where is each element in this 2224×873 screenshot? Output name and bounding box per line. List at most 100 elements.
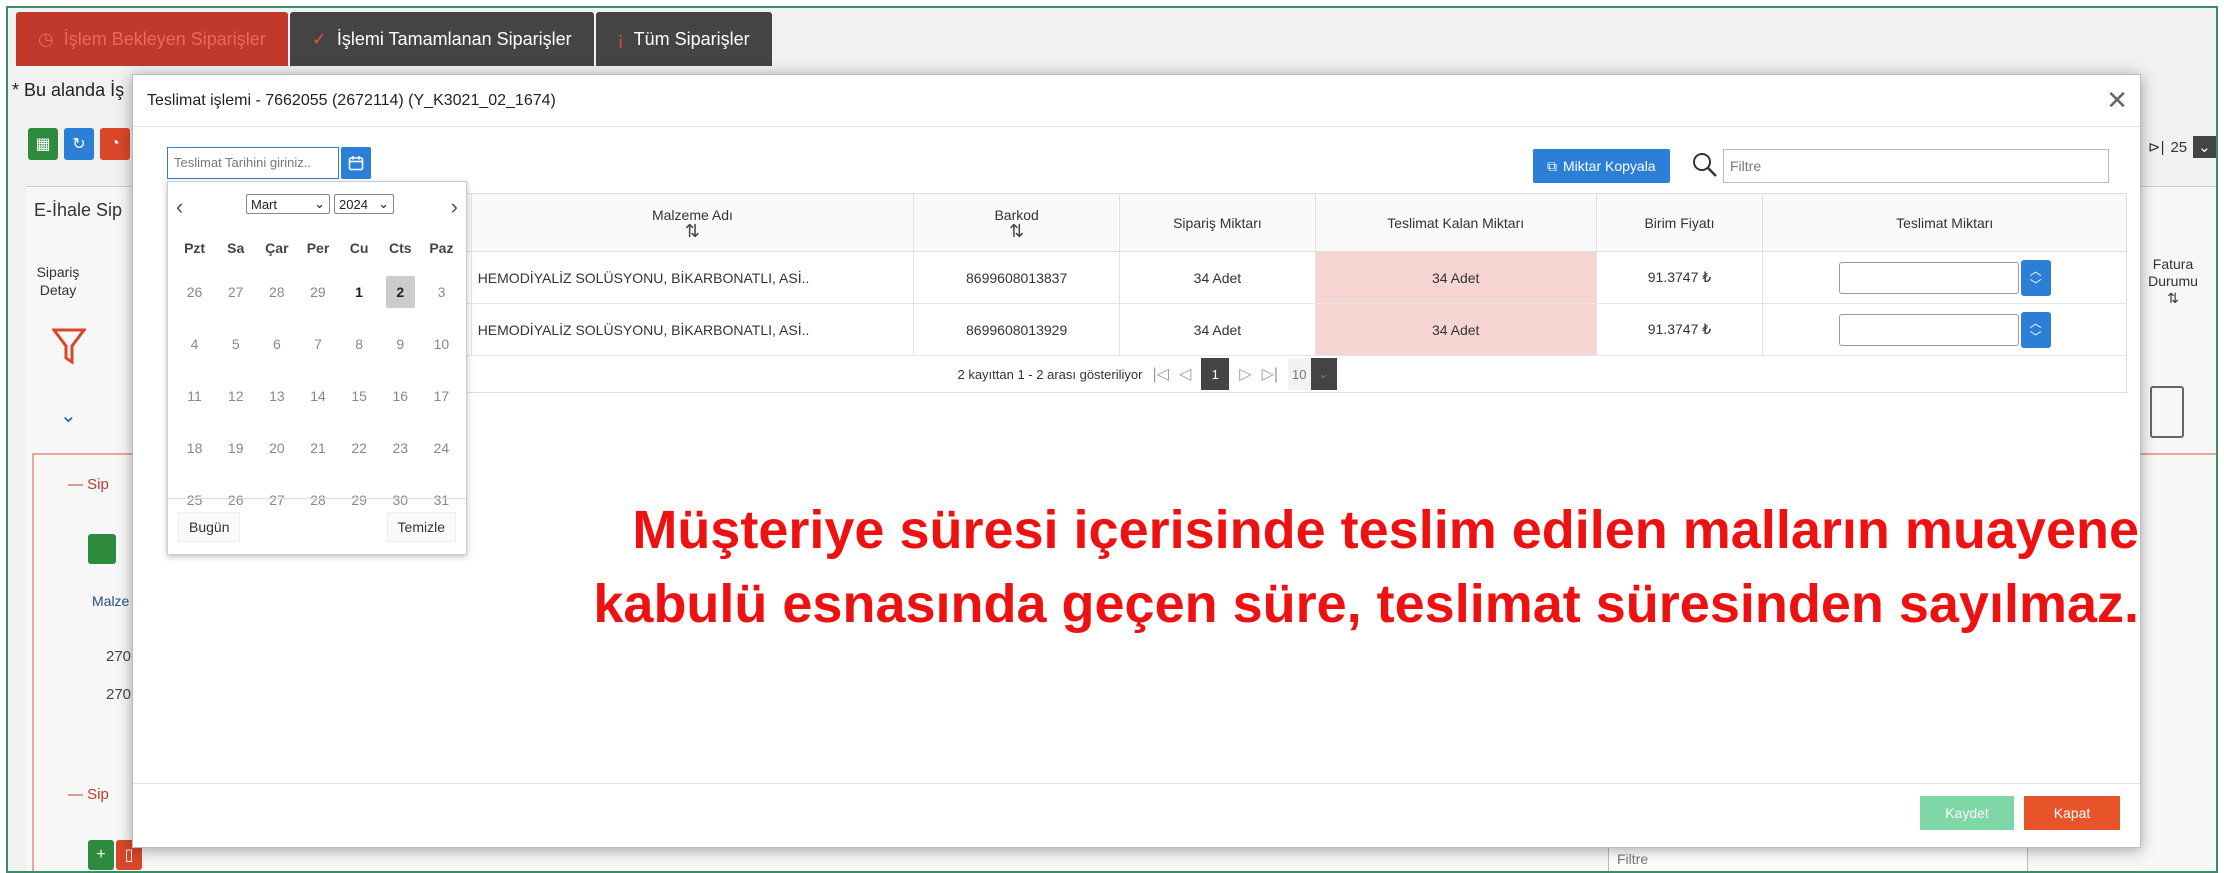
save-button[interactable]: Kaydet (1920, 796, 2014, 830)
order-qty-cell: 34 Adet (1120, 304, 1316, 355)
day-cell[interactable]: 5 (215, 336, 256, 352)
day-cell[interactable]: 1 (338, 284, 379, 300)
month-value: Mart (251, 196, 277, 212)
siparis-detay-header: Sipariş Detay (36, 264, 80, 298)
spinner-icon[interactable]: ︿ ﹀ (2020, 259, 2051, 296)
excel-icon[interactable]: ▦ (28, 128, 58, 160)
weekday: Per (306, 240, 330, 256)
funnel-icon[interactable] (52, 326, 86, 366)
day-cell[interactable]: 24 (421, 440, 462, 456)
spinner-icon[interactable]: ︿ ﹀ (2020, 311, 2051, 348)
last-page-icon[interactable]: ⊳| (2148, 138, 2164, 156)
delivery-qty-input[interactable] (1838, 313, 2019, 346)
sort-icon[interactable]: ⇅ (685, 222, 700, 240)
day-cell[interactable]: 8 (339, 336, 380, 352)
selected-day-cell[interactable]: 2 (385, 276, 415, 308)
weekday: Cu (349, 240, 369, 256)
today-button[interactable]: Bugün (178, 511, 241, 542)
day-cell[interactable]: 6 (256, 336, 297, 352)
weekday: Paz (429, 240, 454, 256)
check-icon: ✓ (311, 28, 327, 49)
day-cell[interactable]: 7 (297, 336, 338, 352)
chevron-down-icon[interactable]: ⌄ (2193, 136, 2216, 158)
excel-icon[interactable] (88, 534, 116, 564)
first-page-icon[interactable]: |◁ (1152, 364, 1168, 384)
copy-icon: ⧉ (1547, 157, 1557, 174)
column-header-material[interactable]: Malzeme Adı ⇅ (472, 194, 915, 251)
month-select[interactable]: Mart ⌄ (246, 194, 330, 214)
current-page[interactable]: 1 (1201, 358, 1230, 390)
info-note: * Bu alanda İş (12, 80, 125, 100)
day-cell[interactable]: 26 (174, 284, 215, 300)
prev-month-icon[interactable]: ‹ (176, 194, 183, 220)
page-size-select[interactable]: 10 ⌄ (1288, 358, 1337, 390)
day-cell[interactable]: 16 (380, 388, 421, 404)
sub-heading: — Sip (68, 476, 109, 493)
day-cell[interactable]: 9 (380, 336, 421, 352)
next-month-icon[interactable]: › (451, 194, 458, 220)
tab-pending-orders[interactable]: ◷ İşlem Bekleyen Siparişler (16, 12, 288, 66)
day-cell[interactable]: 19 (215, 440, 256, 456)
day-cell[interactable]: 22 (339, 440, 380, 456)
day-cell[interactable]: 14 (297, 388, 338, 404)
tab-completed-orders[interactable]: ✓ İşlemi Tamamlanan Siparişler (289, 12, 594, 66)
delivery-qty-cell: ︿ ﹀ (1763, 252, 2126, 303)
day-cell[interactable]: 12 (215, 388, 256, 404)
day-cell[interactable]: 13 (256, 388, 297, 404)
chevron-down-icon: ⌄ (1310, 358, 1337, 390)
day-cell[interactable]: 10 (421, 336, 462, 352)
day-cell[interactable]: 17 (421, 388, 462, 404)
day-cell[interactable]: 3 (421, 284, 462, 300)
day-cell[interactable]: 18 (174, 440, 215, 456)
column-header-barcode[interactable]: Barkod ⇅ (914, 194, 1121, 251)
last-page-icon[interactable]: ▷| (1262, 364, 1278, 384)
material-cell: HEMODİYALİZ SOLÜSYONU, BİKARBONATLI, ASİ… (472, 252, 915, 303)
filter-input[interactable]: Filtre (1723, 149, 2109, 183)
clear-button[interactable]: Temizle (386, 511, 456, 542)
modal-title: Teslimat işlemi - 7662055 (2672114) (Y_K… (147, 91, 556, 109)
column-header-unit-price: Birim Fiyatı (1597, 194, 1764, 251)
bottom-filter-input[interactable]: Filtre (1608, 844, 2028, 871)
barcode-cell: 8699608013837 (914, 252, 1121, 303)
prev-page-icon[interactable]: ◁ (1179, 364, 1191, 384)
day-cell[interactable]: 11 (174, 388, 215, 404)
week-row: 26 27 28 29 1 2 3 (174, 266, 462, 318)
sub-heading: — Sip (68, 786, 109, 803)
day-cell[interactable]: 15 (339, 388, 380, 404)
app-window: ◷ İşlem Bekleyen Siparişler ✓ İşlemi Tam… (6, 6, 2218, 873)
tab-label: İşlem Bekleyen Siparişler (63, 28, 266, 49)
chevron-down-icon[interactable]: ⌄ (60, 403, 77, 428)
header-label: Sipariş Miktarı (1173, 214, 1262, 231)
column-header-delivery-qty: Teslimat Miktarı (1763, 194, 2126, 251)
order-qty-cell: 34 Adet (1120, 252, 1316, 303)
calendar-footer: Bugün Temizle (168, 498, 466, 554)
next-page-icon[interactable]: ▷ (1239, 364, 1251, 384)
close-button[interactable]: Kapat (2024, 796, 2120, 830)
tab-label: İşlemi Tamamlanan Siparişler (336, 28, 572, 49)
page-size-value: 10 (1292, 366, 1307, 382)
document-icon[interactable] (2150, 386, 2184, 438)
refresh-icon[interactable]: ↻ (64, 128, 94, 160)
delivery-date-input[interactable]: Teslimat Tarihini giriniz.. (167, 147, 339, 179)
sort-icon[interactable]: ⇅ (2167, 290, 2179, 306)
year-select[interactable]: 2024 ⌄ (334, 194, 394, 214)
sort-icon[interactable]: ⇅ (1009, 222, 1024, 240)
day-cell[interactable]: 23 (380, 440, 421, 456)
delivery-qty-input[interactable] (1838, 261, 2019, 294)
calendar-icon[interactable] (341, 147, 371, 179)
day-cell[interactable]: 21 (297, 440, 338, 456)
table-cell: 270 (106, 648, 132, 665)
close-icon[interactable]: ✕ (2106, 87, 2128, 113)
modal-header: Teslimat işlemi - 7662055 (2672114) (Y_K… (133, 75, 2140, 127)
annotation-caption: Müşteriye süresi içerisinde teslim edile… (539, 493, 2139, 641)
bell-icon[interactable]: ◔ (100, 128, 130, 160)
day-cell[interactable]: 29 (297, 284, 338, 300)
tab-all-orders[interactable]: ¡ Tüm Siparişler (595, 12, 772, 66)
day-cell[interactable]: 20 (256, 440, 297, 456)
day-cell[interactable]: 27 (215, 284, 256, 300)
add-icon[interactable]: + (88, 840, 114, 870)
weekday-row: Pzt Sa Çar Per Cu Cts Paz (174, 230, 462, 266)
day-cell[interactable]: 28 (256, 284, 297, 300)
day-cell[interactable]: 4 (174, 336, 215, 352)
copy-quantity-button[interactable]: ⧉ Miktar Kopyala (1533, 149, 1670, 183)
